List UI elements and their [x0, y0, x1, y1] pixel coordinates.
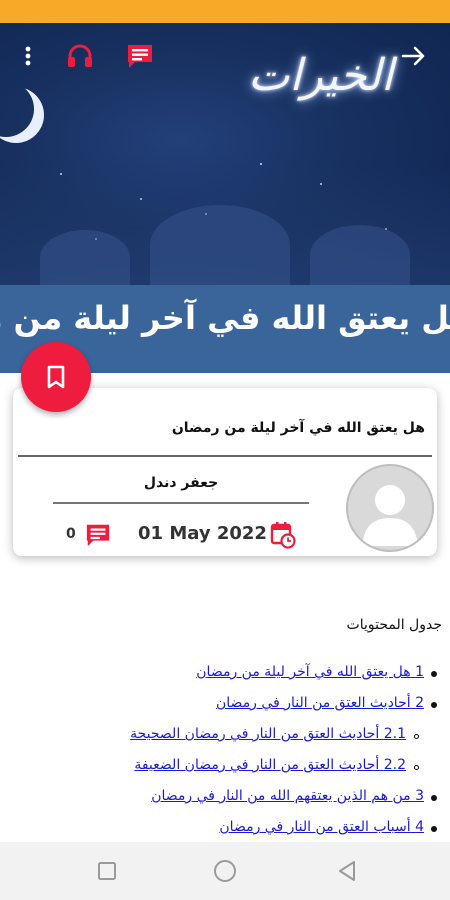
toc-link-3[interactable]: 3 من هم الذين يعتقهم الله من النار في رم… [151, 788, 424, 804]
toc-number: 3 [415, 788, 424, 804]
toc-link-4[interactable]: 4 أسباب العتق من النار في رمضان [219, 819, 424, 835]
comment-icon [128, 45, 152, 68]
toc-number: 2.1 [383, 726, 406, 742]
author-name[interactable]: جعفر دندل [53, 475, 309, 491]
headphones-icon [68, 44, 92, 67]
list-bullet [414, 765, 419, 770]
bookmark-button[interactable] [21, 342, 91, 412]
toc-text: أحاديث العتق من النار في رمضان الضعيفة [134, 757, 380, 773]
author-avatar[interactable] [346, 464, 434, 552]
toc-number: 1 [415, 664, 424, 680]
recents-button[interactable] [94, 858, 120, 884]
toc-text: من هم الذين يعتقهم الله من النار في رمضا… [151, 788, 411, 804]
back-button[interactable] [396, 38, 432, 74]
toc-text: أسباب العتق من النار في رمضان [219, 819, 411, 835]
more-options-button[interactable] [10, 38, 46, 74]
toc-number: 2.2 [383, 757, 406, 773]
toc-number: 4 [415, 819, 424, 835]
comment-icon [86, 524, 110, 547]
list-bullet [431, 826, 437, 832]
forward-arrow-icon [401, 46, 425, 66]
divider [18, 455, 432, 457]
calendar-icon [270, 522, 296, 549]
system-back-button[interactable] [334, 858, 360, 884]
toc-link-2[interactable]: 2 أحاديث العتق من النار في رمضان [216, 695, 424, 711]
toc-link-1[interactable]: 1 هل يعتق الله في آخر ليلة من رمضان [196, 664, 424, 680]
toc-text: هل يعتق الله في آخر ليلة من رمضان [196, 664, 411, 680]
avatar-placeholder-icon [362, 485, 418, 546]
bookmark-icon [47, 365, 65, 389]
list-bullet [431, 795, 437, 801]
toc-title: جدول المحتويات [346, 617, 442, 633]
comment-count: 0 [66, 526, 76, 542]
comments-button[interactable] [122, 38, 158, 74]
status-bar [0, 0, 450, 23]
home-circle-icon [214, 860, 236, 882]
toc-link-2-1[interactable]: 2.1 أحاديث العتق من النار في رمضان الصحي… [130, 726, 406, 742]
article-question: هل يعتق الله في آخر ليلة من رمضان [171, 420, 425, 436]
back-triangle-icon [339, 861, 355, 881]
list-bullet [431, 671, 437, 677]
mosque-silhouette [0, 165, 450, 285]
list-bullet [431, 702, 437, 708]
listen-button[interactable] [62, 38, 98, 74]
recents-square-icon [98, 862, 116, 880]
divider [53, 502, 309, 504]
hero-calligraphy: الخيرات [248, 50, 394, 101]
publish-date: 01 May 2022 [138, 523, 267, 544]
system-navigation-bar [0, 842, 450, 900]
toc-number: 2 [415, 695, 424, 711]
home-button[interactable] [212, 858, 238, 884]
banner-title: هل يعتق الله في آخر ليلة من رمضان [0, 299, 450, 337]
toc-text: أحاديث العتق من النار في رمضان الصحيحة [130, 726, 380, 742]
article-info-card: هل يعتق الله في آخر ليلة من رمضان جعفر د… [13, 388, 437, 556]
crescent-moon [0, 81, 34, 137]
toc-text: أحاديث العتق من النار في رمضان [216, 695, 411, 711]
toc-link-2-2[interactable]: 2.2 أحاديث العتق من النار في رمضان الضعي… [134, 757, 406, 773]
more-vert-icon [25, 46, 31, 66]
list-bullet [414, 734, 419, 739]
